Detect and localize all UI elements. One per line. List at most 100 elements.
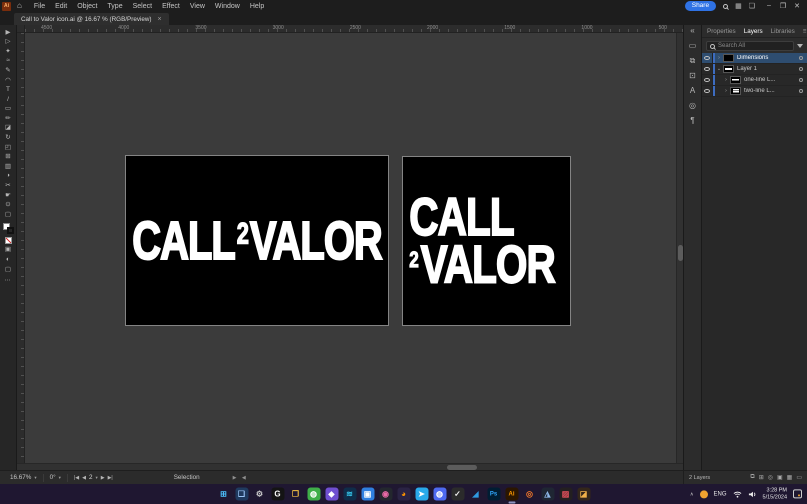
capture-app[interactable]: ◪ bbox=[577, 488, 590, 501]
menu-item[interactable]: Help bbox=[250, 3, 264, 10]
blue-round-app[interactable]: ◍ bbox=[433, 488, 446, 501]
appearance-icon[interactable]: ◎ bbox=[689, 102, 696, 110]
firefox-app[interactable]: ◕ bbox=[397, 488, 410, 501]
menu-item[interactable]: Effect bbox=[162, 3, 180, 10]
layer-name[interactable]: one-line L... bbox=[744, 77, 799, 83]
start-button[interactable]: ⊞ bbox=[217, 488, 230, 501]
asset-export-icon[interactable]: ⊡ bbox=[689, 72, 696, 80]
viewer3d-app[interactable]: ◮ bbox=[541, 488, 554, 501]
horizontal-scrollbar-thumb[interactable] bbox=[447, 465, 477, 470]
photoshop-app[interactable]: Ps bbox=[487, 488, 500, 501]
logitech-ghub-app[interactable]: G bbox=[271, 488, 284, 501]
line-tool[interactable]: / bbox=[0, 95, 16, 105]
artboard-tool[interactable]: ▢ bbox=[0, 210, 16, 220]
menu-item[interactable]: Select bbox=[133, 3, 152, 10]
locate-object-icon[interactable]: ◎ bbox=[768, 474, 773, 481]
fill-stroke-swatches[interactable] bbox=[3, 223, 14, 234]
vertical-scrollbar[interactable] bbox=[676, 33, 683, 463]
taskbar-clock[interactable]: 3:28 PM 5/15/2024 bbox=[763, 487, 787, 500]
selection-tool[interactable]: ▶ bbox=[0, 28, 16, 38]
prev-artboard-icon[interactable]: ◀ bbox=[82, 475, 86, 481]
hidden-icons-chevron[interactable]: ∧ bbox=[690, 491, 694, 497]
check-app[interactable]: ✓ bbox=[451, 488, 464, 501]
character-icon[interactable]: A bbox=[690, 87, 695, 95]
notification-icon[interactable] bbox=[793, 490, 802, 499]
zoom-level[interactable]: 16.67% bbox=[10, 474, 31, 481]
type-tool[interactable]: T bbox=[0, 86, 16, 96]
gradient-tool[interactable]: ▥ bbox=[0, 162, 16, 172]
telegram-app[interactable]: ➤ bbox=[415, 488, 428, 501]
collect-export-icon[interactable]: ▣ bbox=[777, 474, 783, 481]
status-extra-icons[interactable]: ▶ ◀ bbox=[233, 475, 248, 481]
volume-icon[interactable] bbox=[748, 490, 757, 498]
wifi-icon[interactable] bbox=[733, 490, 742, 498]
curvature-tool[interactable]: ◠ bbox=[0, 76, 16, 86]
blender-app[interactable]: ◎ bbox=[523, 488, 536, 501]
layer-row-one-line[interactable]: › one-line L... bbox=[702, 75, 807, 86]
change-screen-mode-icon[interactable]: ▢ bbox=[0, 265, 16, 275]
home-icon[interactable]: ⌂ bbox=[17, 2, 22, 10]
tab-close-icon[interactable]: × bbox=[158, 16, 162, 23]
artboard-one-line[interactable]: CALL 2 VALOR bbox=[125, 155, 389, 326]
illustrator-app[interactable]: Ai bbox=[505, 488, 518, 501]
rotation-value[interactable]: 0° bbox=[50, 474, 56, 481]
menu-item[interactable]: Type bbox=[107, 3, 122, 10]
close-button[interactable]: ✕ bbox=[790, 2, 804, 10]
settings-app[interactable]: ⚙ bbox=[253, 488, 266, 501]
layer-name[interactable]: Layer 1 bbox=[737, 66, 799, 72]
none-swatch-icon[interactable] bbox=[5, 237, 12, 244]
scale-tool[interactable]: ◰ bbox=[0, 143, 16, 153]
language-indicator[interactable]: ENG bbox=[714, 491, 727, 497]
scissors-tool[interactable]: ✂ bbox=[0, 182, 16, 192]
panel-tab[interactable]: Properties bbox=[707, 28, 736, 35]
tray-app-icon[interactable] bbox=[700, 490, 708, 498]
visibility-cell[interactable] bbox=[702, 53, 713, 63]
layer-row-dimensions[interactable]: › Dimensions bbox=[702, 53, 807, 64]
paintbrush-tool[interactable]: ✏ bbox=[0, 114, 16, 124]
first-artboard-icon[interactable]: |◀ bbox=[74, 475, 79, 481]
rotate-tool[interactable]: ↻ bbox=[0, 134, 16, 144]
lasso-tool[interactable]: ≈ bbox=[0, 57, 16, 67]
vertical-scrollbar-thumb[interactable] bbox=[678, 245, 683, 261]
make-clip-mask-icon[interactable]: ⧉ bbox=[750, 474, 754, 481]
expand-chevron-icon[interactable]: › bbox=[715, 55, 723, 61]
delete-layer-icon[interactable]: ▭ bbox=[796, 474, 802, 481]
search-icon[interactable] bbox=[723, 4, 728, 9]
edit-toolbar-icon[interactable]: ⋯ bbox=[5, 277, 12, 284]
stroke-swatch[interactable] bbox=[7, 227, 14, 234]
visibility-cell[interactable] bbox=[702, 64, 713, 74]
draw-behind-mode-icon[interactable]: ◐ bbox=[0, 255, 16, 265]
target-circle-icon[interactable] bbox=[799, 56, 803, 60]
filter-icon[interactable] bbox=[797, 44, 803, 48]
menu-item[interactable]: Object bbox=[77, 3, 97, 10]
task-view-app[interactable]: ❏ bbox=[235, 488, 248, 501]
expand-chevron-icon[interactable]: ⌄ bbox=[715, 66, 723, 72]
layers-stack-app[interactable]: ≋ bbox=[343, 488, 356, 501]
hand-tool[interactable]: ☛ bbox=[0, 191, 16, 201]
eraser-tool[interactable]: ◪ bbox=[0, 124, 16, 134]
comments-icon[interactable]: ▭ bbox=[689, 42, 697, 50]
menu-item[interactable]: File bbox=[34, 3, 45, 10]
menu-item[interactable]: View bbox=[190, 3, 205, 10]
share-button[interactable]: Share bbox=[685, 1, 716, 11]
artboard-number[interactable]: 2 bbox=[89, 474, 93, 481]
microsoft-store-app[interactable]: ▣ bbox=[361, 488, 374, 501]
workspace-switcher-icon[interactable]: ▦ bbox=[735, 2, 742, 10]
pasteboard[interactable]: CALL 2 VALOR CALL 2 VALOR bbox=[25, 33, 683, 463]
arrange-documents-icon[interactable]: ❏ bbox=[749, 2, 755, 10]
photos-app[interactable]: ◉ bbox=[379, 488, 392, 501]
target-circle-icon[interactable] bbox=[799, 89, 803, 93]
layer-row-layer1[interactable]: ⌄ Layer 1 bbox=[702, 64, 807, 75]
rotation-caret-icon[interactable]: ▾ bbox=[59, 475, 61, 481]
paragraph-icon[interactable]: ¶ bbox=[690, 117, 694, 125]
blend-tool[interactable]: ◑ bbox=[0, 172, 16, 182]
new-layer-icon[interactable]: ▦ bbox=[787, 474, 793, 481]
media-app[interactable]: ▨ bbox=[559, 488, 572, 501]
panel-tab[interactable]: Layers bbox=[744, 28, 763, 35]
layer-name[interactable]: two-line L... bbox=[744, 88, 799, 94]
expand-chevron-icon[interactable]: › bbox=[722, 88, 730, 94]
panel-tab[interactable]: Libraries bbox=[771, 28, 795, 35]
search-input[interactable]: Search All bbox=[706, 41, 794, 51]
draw-normal-mode-icon[interactable]: ▣ bbox=[0, 246, 16, 256]
file-explorer-app[interactable]: ❒ bbox=[289, 488, 302, 501]
